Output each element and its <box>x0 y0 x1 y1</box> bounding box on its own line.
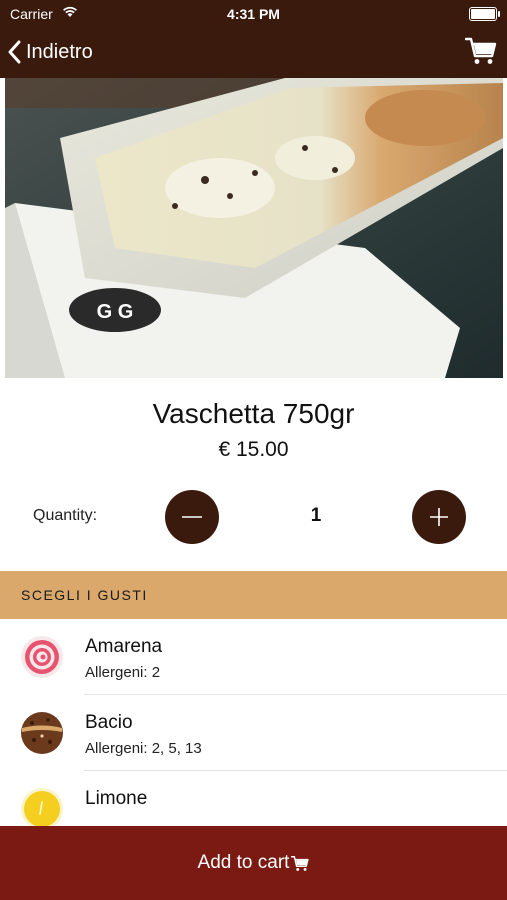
flavor-name: Bacio <box>85 712 133 733</box>
quantity-label: Quantity: <box>33 507 98 524</box>
cart-button[interactable] <box>464 36 497 71</box>
section-header: SCEGLI I GUSTI <box>0 571 507 619</box>
limone-icon <box>21 788 63 830</box>
bacio-icon <box>21 712 63 754</box>
quantity-value: 1 <box>310 505 322 526</box>
clock: 4:31 PM <box>227 6 280 22</box>
product-title: Vaschetta 750gr <box>152 398 355 429</box>
list-item[interactable]: Bacio Allergeni: 2, 5, 13 <box>0 695 507 771</box>
flavor-allergens: Allergeni: 2 <box>85 664 161 681</box>
svg-text:G G: G G <box>97 301 134 323</box>
back-label: Indietro <box>26 40 93 63</box>
flavor-name: Limone <box>85 788 148 809</box>
product-image: G G <box>5 78 503 378</box>
battery-icon <box>469 7 500 21</box>
increase-quantity-button[interactable] <box>412 490 466 544</box>
status-bar: Carrier 4:31 PM <box>0 0 507 28</box>
navigation-bar: Carrier 4:31 PM Indietro <box>0 0 507 78</box>
flavor-name: Amarena <box>85 636 163 657</box>
cart-icon <box>464 37 497 64</box>
decrease-quantity-button[interactable] <box>165 490 219 544</box>
minus-icon <box>182 516 202 518</box>
add-to-cart-button[interactable]: Add to cart <box>0 826 507 900</box>
flavor-allergens: Allergeni: 2, 5, 13 <box>85 740 202 757</box>
section-title: SCEGLI I GUSTI <box>21 587 148 603</box>
product-price: € 15.00 <box>218 438 289 461</box>
cart-icon <box>291 855 310 871</box>
product-info: Vaschetta 750gr € 15.00 <box>0 398 507 462</box>
chevron-left-icon <box>8 40 21 64</box>
list-item[interactable]: Amarena Allergeni: 2 <box>0 619 507 695</box>
quantity-stepper: Quantity: 1 <box>0 488 507 546</box>
back-button[interactable]: Indietro <box>8 35 93 69</box>
amarena-icon <box>21 636 63 678</box>
flavor-list: Amarena Allergeni: 2 Bacio Allergeni: 2,… <box>0 619 507 847</box>
add-to-cart-label: Add to cart <box>197 852 290 873</box>
plus-icon <box>430 508 448 526</box>
ice-cream-tub-photo: G G <box>5 78 503 378</box>
